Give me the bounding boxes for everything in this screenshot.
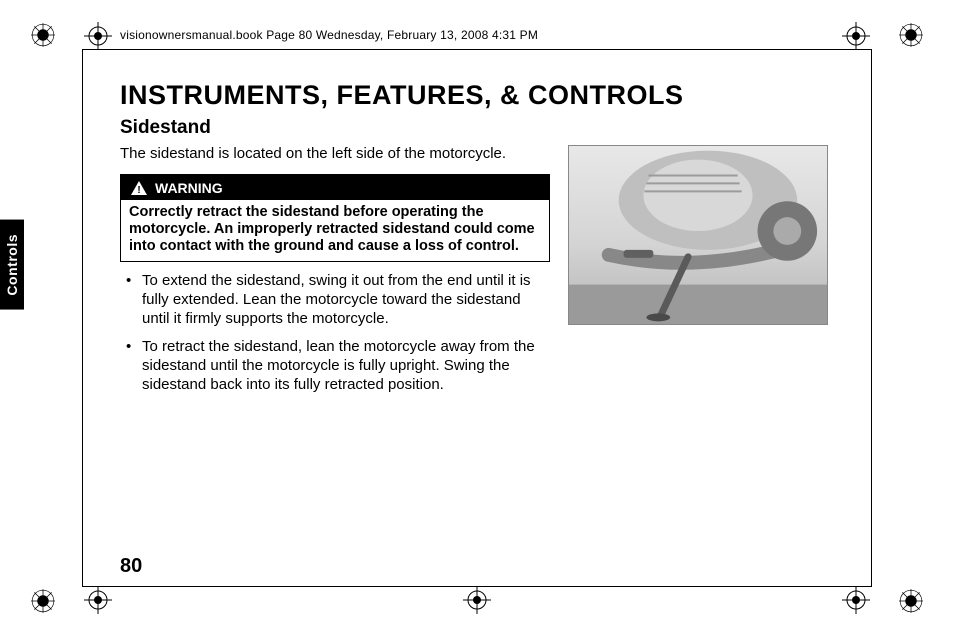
warning-header: ! WARNING bbox=[121, 175, 549, 200]
svg-text:!: ! bbox=[137, 185, 140, 195]
warning-triangle-icon: ! bbox=[131, 181, 147, 195]
crosshair-mark-icon bbox=[842, 586, 870, 614]
crosshair-mark-icon bbox=[463, 586, 491, 614]
list-item: To extend the sidestand, swing it out fr… bbox=[120, 272, 550, 328]
warning-body: Correctly retract the sidestand before o… bbox=[121, 200, 549, 261]
page-subtitle: Sidestand bbox=[120, 117, 864, 139]
crop-line-top bbox=[82, 49, 872, 50]
page-header: visionownersmanual.book Page 80 Wednesda… bbox=[120, 28, 538, 42]
page-content: INSTRUMENTS, FEATURES, & CONTROLS Sidest… bbox=[120, 80, 864, 566]
warning-label: WARNING bbox=[155, 180, 223, 196]
page-title: INSTRUMENTS, FEATURES, & CONTROLS bbox=[120, 80, 864, 111]
list-item: To retract the sidestand, lean the motor… bbox=[120, 338, 550, 394]
crosshair-mark-icon bbox=[842, 22, 870, 50]
crop-line-right bbox=[871, 49, 872, 587]
registration-mark-icon bbox=[898, 588, 924, 614]
page-number: 80 bbox=[120, 555, 142, 578]
bullet-list: To extend the sidestand, swing it out fr… bbox=[120, 272, 550, 395]
registration-mark-icon bbox=[30, 22, 56, 48]
section-tab: Controls bbox=[0, 220, 24, 310]
crop-line-left bbox=[82, 49, 83, 587]
motorcycle-sidestand-image bbox=[568, 145, 828, 325]
text-column: The sidestand is located on the left sid… bbox=[120, 145, 550, 405]
registration-mark-icon bbox=[30, 588, 56, 614]
warning-box: ! WARNING Correctly retract the sidestan… bbox=[120, 174, 550, 262]
image-column bbox=[568, 145, 864, 405]
registration-mark-icon bbox=[898, 22, 924, 48]
crosshair-mark-icon bbox=[84, 586, 112, 614]
crosshair-mark-icon bbox=[84, 22, 112, 50]
intro-text: The sidestand is located on the left sid… bbox=[120, 145, 540, 164]
